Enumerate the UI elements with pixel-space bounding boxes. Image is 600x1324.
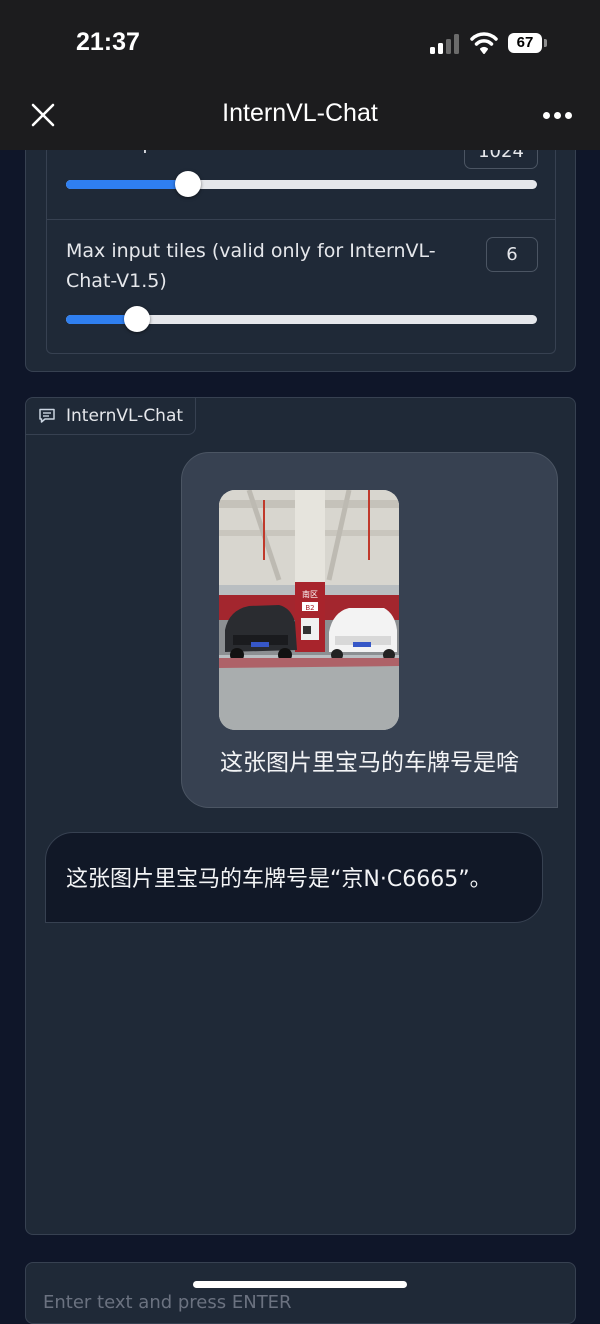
message-input[interactable] xyxy=(26,1263,575,1323)
assistant-message-text: 这张图片里宝马的车牌号是“京N·C6665”。 xyxy=(66,867,492,892)
slider-thumb[interactable] xyxy=(123,306,150,332)
chatbot-label: InternVL-Chat xyxy=(26,398,197,435)
chatbot-panel: InternVL-Chat 南区 B2 这张图片里宝马的车牌号是啥 这张图片里宝… xyxy=(25,397,576,1235)
more-dots-icon[interactable] xyxy=(540,110,574,122)
home-indicator[interactable] xyxy=(193,1281,407,1288)
page-title: InternVL-Chat xyxy=(222,99,378,127)
settings-panel: Max output tokens 1024 Max input tiles (… xyxy=(25,120,576,372)
battery-icon: 67 xyxy=(508,33,542,53)
image-sign-text: 南区 xyxy=(302,589,318,599)
image-sign-level: B2 xyxy=(305,604,314,612)
max-input-tiles-input[interactable]: 6 xyxy=(486,237,538,272)
max-input-tiles-slider[interactable] xyxy=(66,306,537,332)
user-message: 南区 B2 这张图片里宝马的车牌号是啥 xyxy=(181,452,558,808)
max-output-tokens-slider[interactable] xyxy=(66,171,537,197)
divider xyxy=(47,219,555,220)
top-bar: 21:37 67 InternVL-Chat xyxy=(0,0,600,150)
user-message-text: 这张图片里宝马的车牌号是啥 xyxy=(220,750,519,776)
max-input-tiles-label: Max input tiles (valid only for InternVL… xyxy=(66,240,436,292)
battery-tip xyxy=(544,39,547,47)
chat-bubble-icon xyxy=(39,408,55,423)
user-image[interactable]: 南区 B2 xyxy=(219,490,399,730)
parking-garage-photo: 南区 B2 xyxy=(219,490,399,730)
slider-fill xyxy=(66,180,189,189)
message-input-box xyxy=(25,1262,576,1324)
slider-thumb[interactable] xyxy=(175,171,202,197)
cellular-signal-icon xyxy=(430,34,462,54)
wifi-icon xyxy=(470,32,498,54)
chatbot-label-text: InternVL-Chat xyxy=(66,406,184,426)
status-time: 21:37 xyxy=(76,28,140,56)
assistant-message: 这张图片里宝马的车牌号是“京N·C6665”。 xyxy=(45,832,543,923)
settings-group: Max output tokens 1024 Max input tiles (… xyxy=(46,121,556,354)
